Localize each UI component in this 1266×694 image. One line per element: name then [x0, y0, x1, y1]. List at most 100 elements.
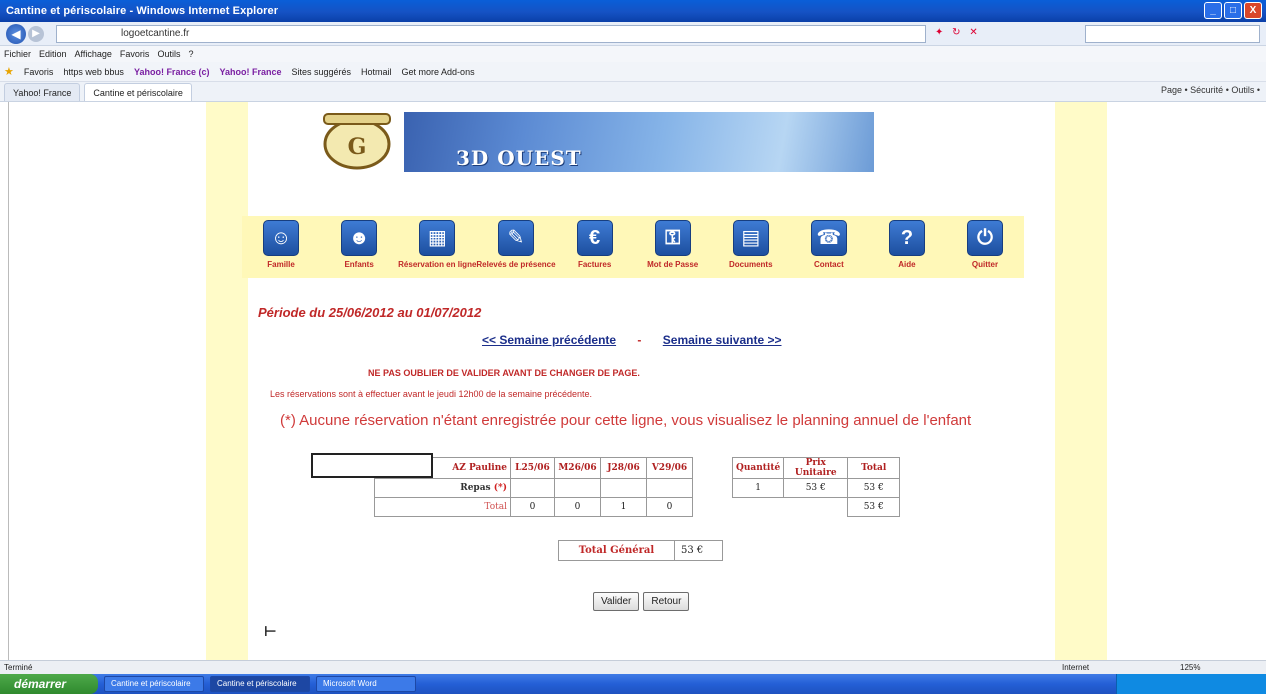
system-tray	[1116, 674, 1266, 694]
day-total-cell: 0	[646, 497, 693, 517]
week-navigation: << Semaine précédente - Semaine suivante…	[482, 333, 782, 347]
day-checkbox-cell[interactable]	[600, 478, 647, 498]
quantity-header: Quantité	[731, 457, 785, 479]
menu-tools[interactable]: Outils	[157, 49, 180, 59]
taskbar-item[interactable]: Cantine et périscolaire	[104, 676, 204, 692]
back-button[interactable]: ◀	[6, 23, 26, 44]
validate-warning: NE PAS OUBLIER DE VALIDER AVANT DE CHANG…	[368, 368, 640, 378]
menu-edit[interactable]: Edition	[39, 49, 67, 59]
nav-quitter[interactable]: ⏻ Quitter	[946, 216, 1024, 278]
invoice-icon: €	[576, 220, 613, 256]
close-button[interactable]: X	[1244, 2, 1262, 19]
search-input[interactable]	[1085, 25, 1260, 43]
week-nav-separator: -	[637, 333, 642, 347]
grand-total-value: 53 €	[674, 540, 723, 561]
validate-button[interactable]: Valider	[593, 592, 640, 611]
address-input[interactable]: logoetcantine.fr	[56, 25, 926, 43]
nav-mot-de-passe[interactable]: ⚿ Mot de Passe	[634, 216, 712, 278]
row-total-cell: 53 €	[847, 478, 901, 498]
children-icon: ☻	[341, 220, 378, 256]
help-icon: ?	[888, 220, 925, 256]
nav-documents[interactable]: ▤ Documents	[712, 216, 790, 278]
main-content: G 3D OUEST ☺ Famille ☻ Enfants ▦ Réserva…	[242, 102, 1055, 660]
start-button[interactable]: démarrer	[0, 674, 98, 694]
previous-week-link[interactable]: << Semaine précédente	[482, 333, 616, 347]
day-total-cell: 1	[600, 497, 647, 517]
page-viewport: G 3D OUEST ☺ Famille ☻ Enfants ▦ Réserva…	[0, 102, 1266, 660]
nav-famille[interactable]: ☺ Famille	[242, 216, 320, 278]
nav-enfants[interactable]: ☻ Enfants	[320, 216, 398, 278]
next-week-link[interactable]: Semaine suivante >>	[663, 333, 782, 347]
menu-favorites[interactable]: Favoris	[120, 49, 150, 59]
day-header: M26/06	[554, 457, 601, 479]
window-title: Cantine et périscolaire - Windows Intern…	[6, 5, 279, 17]
back-button-form[interactable]: Retour	[643, 592, 690, 611]
day-checkbox-cell[interactable]	[554, 478, 601, 498]
power-icon: ⏻	[967, 220, 1003, 256]
total-header: Total	[847, 457, 901, 479]
svg-text:G: G	[348, 134, 367, 160]
documents-icon: ▤	[732, 220, 769, 256]
phone-icon: ☎	[810, 220, 847, 256]
family-icon: ☺	[263, 220, 300, 256]
totals-label: Total	[374, 497, 511, 517]
nav-releves[interactable]: ✎ Relevés de présence	[476, 216, 556, 278]
taskbar-item[interactable]: Microsoft Word	[316, 676, 416, 692]
day-checkbox-cell[interactable]	[510, 478, 555, 498]
day-header: L25/06	[510, 457, 555, 479]
quantity-cell: 1	[731, 478, 785, 498]
nav-reservation[interactable]: ▦ Réservation en ligne	[398, 216, 476, 278]
favorites-star-icon[interactable]: ★	[4, 65, 14, 78]
site-banner: G 3D OUEST	[308, 108, 876, 178]
unit-price-cell: 53 €	[783, 478, 849, 498]
unit-price-header: Prix Unitaire	[783, 457, 849, 479]
planning-info: (*) Aucune réservation n'étant enregistr…	[280, 412, 972, 429]
fav-item[interactable]: Get more Add-ons	[402, 67, 475, 77]
grand-row-total-cell: 53 €	[847, 497, 901, 517]
day-checkbox-cell[interactable]	[646, 478, 693, 498]
nav-contact[interactable]: ☎ Contact	[790, 216, 868, 278]
form-buttons: Valider Retour	[593, 592, 690, 611]
left-margin	[8, 102, 206, 660]
maximize-button[interactable]: □	[1224, 2, 1242, 19]
right-yellow-band	[1055, 102, 1107, 660]
table-row: Repas (*) 1 53 € 53 €	[374, 478, 901, 498]
window-titlebar: Cantine et périscolaire - Windows Intern…	[0, 0, 1266, 22]
status-bar: Terminé Internet 125%	[0, 660, 1266, 674]
day-total-cell: 0	[510, 497, 555, 517]
fav-item[interactable]: Hotmail	[361, 67, 392, 77]
tab-bar: Yahoo! France Cantine et périscolaire Pa…	[0, 82, 1266, 102]
fav-item[interactable]: https web bbus	[63, 67, 124, 77]
deadline-note: Les réservations sont à effectuer avant …	[270, 389, 593, 399]
totals-row: Total 0 0 1 0 53 €	[374, 497, 901, 517]
refresh-stop-icons[interactable]: ✦ ↻ ✕	[935, 27, 981, 38]
redaction-box	[311, 453, 433, 478]
grand-total-label: Total Général	[558, 540, 675, 561]
menu-view[interactable]: Affichage	[75, 49, 112, 59]
nav-aide[interactable]: ? Aide	[868, 216, 946, 278]
nav-factures[interactable]: € Factures	[556, 216, 634, 278]
day-header: V29/06	[646, 457, 693, 479]
taskbar-item[interactable]: Cantine et périscolaire	[210, 676, 310, 692]
windows-taskbar: démarrer Cantine et périscolaire Cantine…	[0, 674, 1266, 694]
security-zone: Internet	[1062, 663, 1090, 672]
fav-item[interactable]: Yahoo! France	[219, 67, 281, 77]
tab-cantine[interactable]: Cantine et périscolaire	[84, 82, 192, 101]
forward-button[interactable]: ▶	[28, 25, 44, 42]
menu-file[interactable]: Fichier	[4, 49, 31, 59]
fav-item[interactable]: Yahoo! France (c)	[134, 67, 210, 77]
zoom-level[interactable]: 125%	[1180, 661, 1200, 674]
tab-yahoo[interactable]: Yahoo! France	[4, 82, 81, 101]
favorites-label[interactable]: Favoris	[24, 67, 54, 77]
address-toolbar: ◀ ▶ logoetcantine.fr ✦ ↻ ✕	[0, 22, 1266, 46]
command-bar[interactable]: Page • Sécurité • Outils •	[1161, 85, 1260, 95]
menu-help[interactable]: ?	[188, 49, 193, 59]
left-yellow-band	[206, 102, 248, 660]
status-text: Terminé	[4, 663, 33, 672]
row-label: Repas (*)	[374, 478, 511, 498]
minimize-button[interactable]: _	[1204, 2, 1222, 19]
grand-total-table: Total Général 53 €	[558, 540, 723, 561]
menu-bar: Fichier Edition Affichage Favoris Outils…	[0, 46, 1266, 62]
fav-item[interactable]: Sites suggérés	[291, 67, 351, 77]
period-heading: Période du 25/06/2012 au 01/07/2012	[258, 305, 482, 320]
